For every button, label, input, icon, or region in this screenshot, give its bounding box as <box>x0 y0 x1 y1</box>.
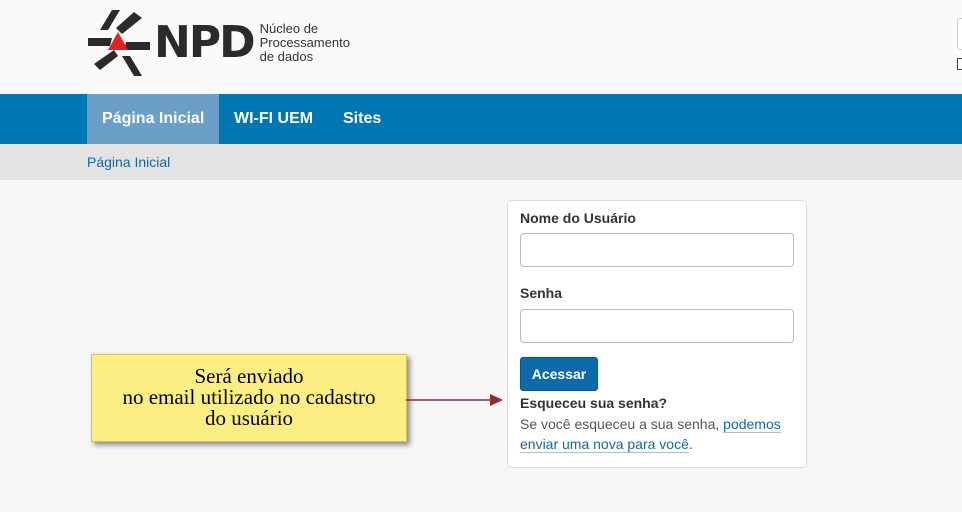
password-input[interactable] <box>520 309 794 343</box>
logo-subtitle-line: Processamento <box>259 35 350 50</box>
password-label: Senha <box>520 285 563 301</box>
npd-emblem-icon <box>88 10 150 76</box>
npd-logo[interactable]: NPD Núcleo de Processamento de dados <box>86 8 350 78</box>
logo-subtitle-line: de dados <box>259 49 314 64</box>
forgot-password-title: Esqueceu sua senha? <box>520 395 668 411</box>
forgot-password-text: Se você esqueceu a sua senha, podemos en… <box>520 414 800 454</box>
login-form: Nome do Usuário Senha Acessar Esqueceu s… <box>507 200 807 468</box>
breadcrumb-home-link[interactable]: Página Inicial <box>87 154 170 170</box>
annotation-line: do usuário <box>204 406 294 430</box>
search-input-edge[interactable] <box>957 18 962 50</box>
breadcrumb: Página Inicial <box>0 144 962 180</box>
login-button[interactable]: Acessar <box>520 357 598 391</box>
main-nav: Página Inicial WI-FI UEM Sites <box>0 94 962 144</box>
logo-subtitle-line: Núcleo de <box>259 21 319 36</box>
site-header: NPD Núcleo de Processamento de dados <box>0 0 962 94</box>
nav-item-sites[interactable]: Sites <box>328 94 396 144</box>
annotation-line: no email utilizado no cadastro <box>122 385 376 409</box>
username-label: Nome do Usuário <box>520 210 636 226</box>
forgot-text-before: Se você esqueceu a sua senha, <box>520 416 724 432</box>
nav-item-pagina-inicial[interactable]: Página Inicial <box>87 94 220 144</box>
logo-wordmark: NPD <box>154 17 256 68</box>
annotation-note: Será enviado no email utilizado no cadas… <box>91 354 407 442</box>
annotation-line: Será enviado <box>194 364 304 388</box>
logo-subtitle: Núcleo de Processamento de dados <box>260 22 350 64</box>
annotation-arrow-icon <box>406 394 503 406</box>
checkbox-edge[interactable] <box>957 58 962 70</box>
username-input[interactable] <box>520 233 794 267</box>
forgot-text-after: . <box>688 436 693 452</box>
nav-item-wifi-uem[interactable]: WI-FI UEM <box>219 94 328 144</box>
